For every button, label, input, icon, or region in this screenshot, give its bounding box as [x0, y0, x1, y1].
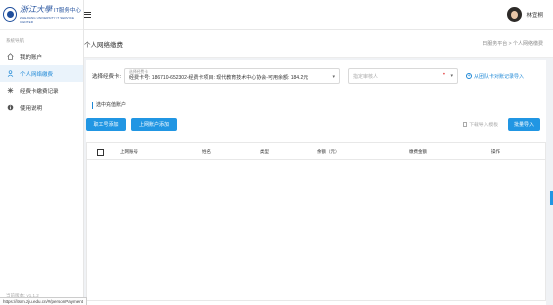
import-link[interactable]: + 从团队卡对账记录导入	[466, 73, 524, 80]
logo-tag: IT服务中心	[54, 8, 81, 14]
main-content: 选择经费卡: 选择经费卡 经费卡号: 186710-652302-经费卡项目: …	[86, 60, 546, 305]
university-logo[interactable]: 浙江大學 IT服务中心 ZHEJIANG UNIVERSITY IT SERVIC…	[0, 0, 83, 30]
user-menu[interactable]: 林宜桐	[507, 7, 543, 22]
logo-title: 浙江大學	[20, 5, 53, 14]
approver-placeholder: 指定审核人	[353, 73, 379, 80]
filter-row: 选择经费卡: 选择经费卡 经费卡号: 186710-652302-经费卡项目: …	[92, 68, 540, 84]
home-icon	[7, 53, 14, 60]
sidebar-item-instructions[interactable]: 使用说明	[0, 99, 83, 116]
select-all-checkbox[interactable]	[97, 149, 104, 156]
logo-english: ZHEJIANG UNIVERSITY IT SERVICE CENTER	[20, 16, 75, 24]
accounts-table: 上网账号 姓名 类型 余额（元） 缴费金额 操作	[86, 142, 546, 301]
add-by-employee-id-button[interactable]: 职工号添加	[86, 118, 126, 131]
column-header-action: 操作	[491, 149, 500, 154]
column-header-amount: 缴费金额	[409, 149, 427, 154]
table-header: 上网账号 姓名 类型 余额（元） 缴费金额 操作	[87, 143, 545, 160]
sidebar-item-label: 个人网络缴费	[20, 71, 54, 78]
approver-select[interactable]: 指定审核人 • ▾	[348, 68, 459, 84]
info-icon	[7, 104, 14, 111]
sidebar-item-label: 我的账户	[20, 54, 43, 61]
breadcrumb[interactable]: 日服务平台 > 个人网络缴费	[482, 40, 543, 47]
top-header: 林宜桐	[84, 0, 553, 30]
sidebar: 浙江大學 IT服务中心 ZHEJIANG UNIVERSITY IT SERVIC…	[0, 0, 84, 305]
document-icon	[463, 122, 468, 127]
page-title: 个人网络缴费	[84, 41, 123, 49]
person-icon	[7, 70, 14, 77]
status-url: https://itsm.zju.edu.cn/#/personPayment	[0, 297, 88, 305]
avatar[interactable]	[507, 7, 523, 22]
download-template-link[interactable]: 下载导入模板	[463, 121, 498, 128]
funding-card-select[interactable]: 选择经费卡 经费卡号: 186710-652302-经费卡项目: 现代教育技术中…	[124, 68, 341, 84]
university-seal-icon	[3, 7, 18, 22]
column-header-type: 类型	[260, 149, 269, 154]
sidebar-item-label: 使用说明	[20, 105, 43, 112]
record-icon	[7, 87, 14, 94]
username[interactable]: 林宜桐	[526, 11, 543, 19]
sidebar-item-personal-payment[interactable]: 个人网络缴费	[0, 65, 83, 82]
add-by-account-button[interactable]: 上网账户添加	[131, 118, 177, 131]
plus-circle-icon: +	[466, 73, 473, 79]
column-header-balance: 余额（元）	[317, 149, 340, 154]
batch-import-button[interactable]: 批量导入	[508, 118, 540, 131]
section-title: 选中充值账户	[92, 102, 126, 109]
clear-icon[interactable]: •	[443, 72, 445, 78]
card-label: 选择经费卡:	[92, 74, 122, 80]
card-select-value: 经费卡号: 186710-652302-经费卡项目: 现代教育技术中心协会-可用…	[129, 75, 309, 81]
column-header-account: 上网账号	[120, 149, 138, 154]
sidebar-item-my-account[interactable]: 我的账户	[0, 48, 83, 65]
download-template-label: 下载导入模板	[469, 123, 498, 128]
chevron-down-icon: ▾	[332, 74, 336, 80]
sidebar-item-payment-records[interactable]: 经费卡缴费记录	[0, 82, 83, 99]
nav-title: 系统导航	[6, 38, 24, 43]
column-header-name: 姓名	[202, 149, 211, 154]
menu-toggle-icon[interactable]	[84, 11, 94, 18]
page-titlebar: 个人网络缴费 日服务平台 > 个人网络缴费	[84, 30, 553, 58]
chevron-down-icon: ▾	[450, 73, 454, 79]
import-link-label: 从团队卡对账记录导入	[474, 73, 525, 80]
sidebar-item-label: 经费卡缴费记录	[20, 88, 59, 95]
